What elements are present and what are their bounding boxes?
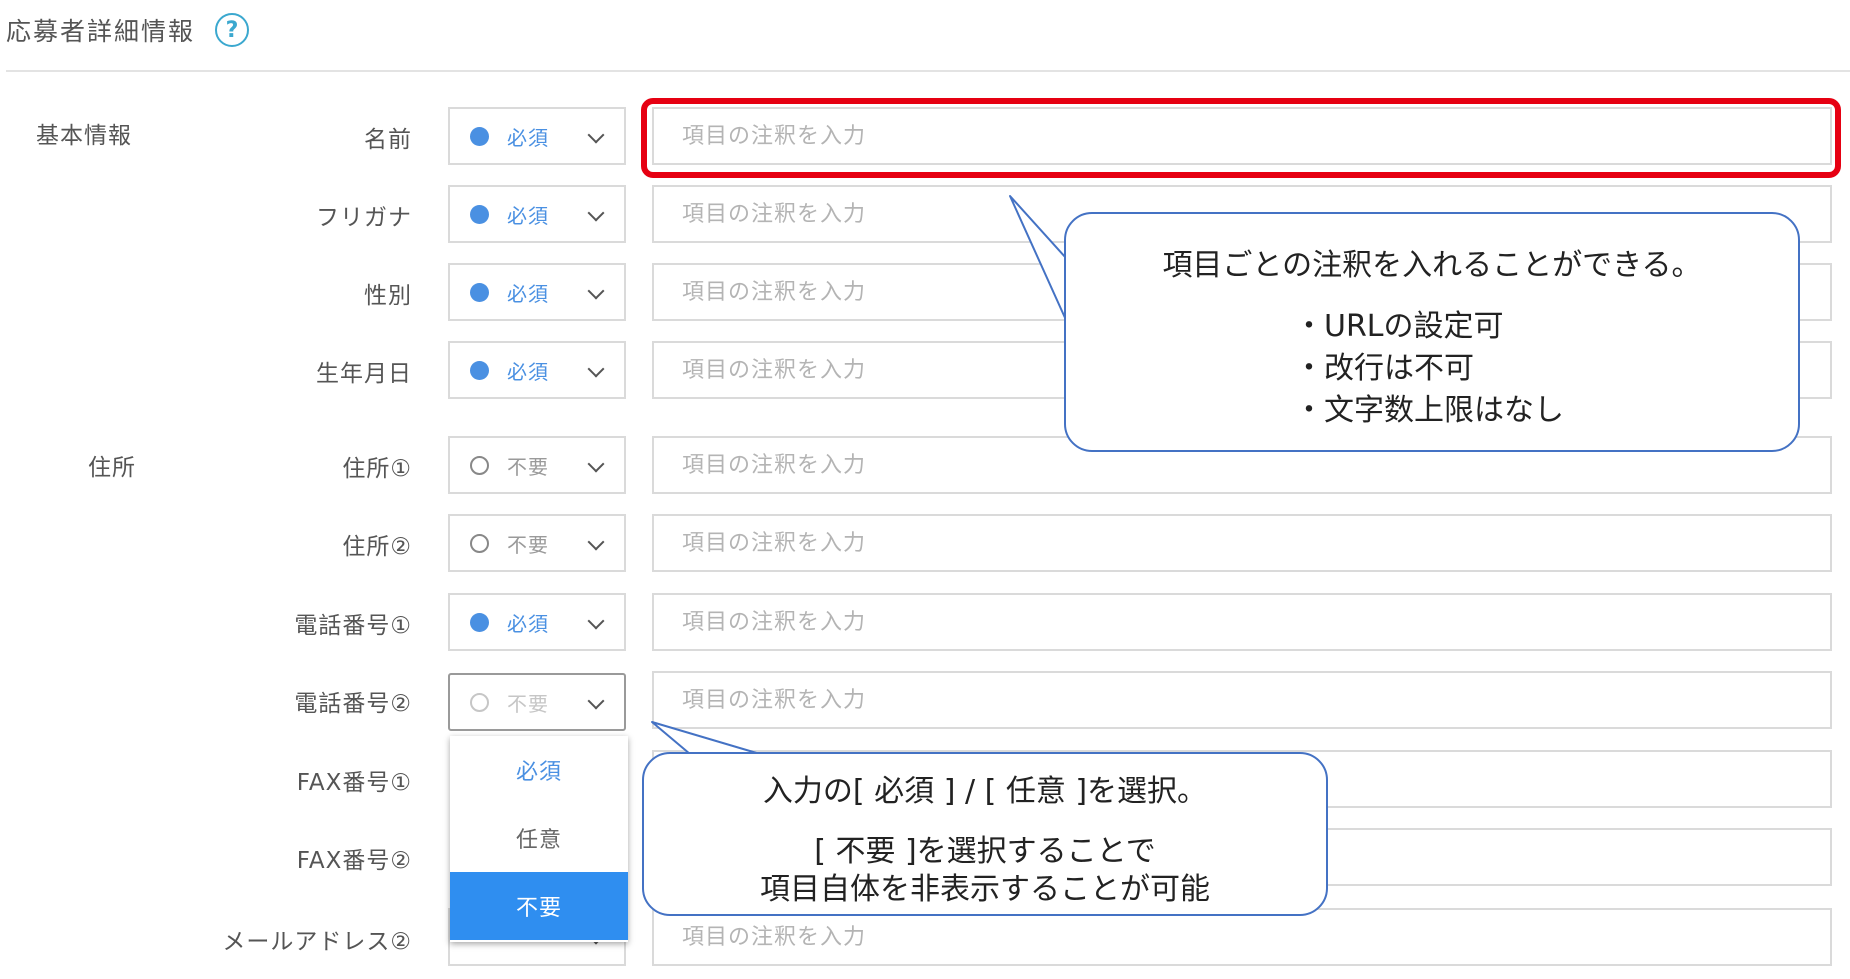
not-required-dot-icon	[470, 455, 489, 475]
page-header: 応募者詳細情報 ?	[6, 8, 250, 52]
requirement-value: 必須	[507, 281, 549, 306]
required-dot-icon	[470, 204, 489, 224]
chevron-down-icon	[587, 126, 605, 144]
field-label-fax1: FAX番号①	[296, 770, 412, 796]
requirement-value: 必須	[507, 203, 549, 228]
field-label-address1: 住所①	[342, 456, 412, 482]
annotation-input-phone2[interactable]	[652, 671, 1832, 729]
requirement-select-name[interactable]: 必須	[448, 107, 626, 165]
field-label-address2: 住所②	[342, 534, 412, 560]
requirement-value: 必須	[507, 359, 549, 384]
required-dot-icon	[470, 360, 489, 380]
callout-requirement-line3: 項目自体を非表示することが可能	[760, 872, 1210, 907]
field-label-birthdate: 生年月日	[316, 361, 412, 387]
requirement-select-phone2[interactable]: 不要	[448, 673, 626, 731]
callout-annotation-item: ・文字数上限はなし	[1294, 393, 1564, 428]
field-label-name: 名前	[364, 127, 412, 153]
annotation-input-address2[interactable]	[652, 514, 1832, 572]
requirement-dropdown: 必須 任意 不要	[450, 736, 628, 942]
requirement-value: 必須	[507, 611, 549, 636]
requirement-value: 不要	[507, 454, 549, 479]
dropdown-option-required[interactable]: 必須	[450, 736, 628, 804]
highlight-frame	[641, 98, 1841, 178]
required-dot-icon	[470, 612, 489, 632]
callout-requirement: 入力の[ 必須 ] / [ 任意 ]を選択。 [ 不要 ]を選択することで 項目…	[642, 752, 1328, 916]
requirement-select-furigana[interactable]: 必須	[448, 185, 626, 243]
requirement-select-phone1[interactable]: 必須	[448, 593, 626, 651]
chevron-down-icon	[587, 204, 605, 222]
page-title: 応募者詳細情報	[6, 17, 196, 46]
requirement-value: 不要	[507, 691, 549, 716]
requirement-select-gender[interactable]: 必須	[448, 263, 626, 321]
help-icon[interactable]: ?	[215, 13, 250, 47]
requirement-select-address1[interactable]: 不要	[448, 436, 626, 494]
callout-requirement-line1: 入力の[ 必須 ] / [ 任意 ]を選択。	[762, 774, 1208, 809]
requirement-select-address2[interactable]: 不要	[448, 514, 626, 572]
annotation-input-email2[interactable]	[652, 908, 1832, 966]
chevron-down-icon	[587, 612, 605, 630]
field-label-fax2: FAX番号②	[296, 848, 412, 874]
callout-annotation-item: ・URLの設定可	[1294, 309, 1504, 344]
requirement-select-birthdate[interactable]: 必須	[448, 341, 626, 399]
field-label-phone1: 電話番号①	[294, 613, 412, 639]
annotation-input-phone1[interactable]	[652, 593, 1832, 651]
field-label-furigana: フリガナ	[316, 205, 412, 231]
chevron-down-icon	[587, 455, 605, 473]
dropdown-option-hidden[interactable]: 不要	[450, 872, 628, 940]
chevron-down-icon	[587, 533, 605, 551]
not-required-dot-icon	[470, 533, 489, 553]
requirement-value: 不要	[507, 532, 549, 557]
dropdown-option-optional[interactable]: 任意	[450, 804, 628, 872]
field-label-phone2: 電話番号②	[294, 691, 412, 717]
group-label-address: 住所	[88, 455, 136, 481]
chevron-down-icon	[587, 692, 605, 710]
required-dot-icon	[470, 126, 489, 146]
callout-annotation-heading: 項目ごとの注釈を入れることができる。	[1162, 248, 1702, 283]
callout-annotation-item: ・改行は不可	[1294, 351, 1474, 386]
field-label-gender: 性別	[364, 283, 412, 309]
header-divider	[6, 70, 1850, 72]
chevron-down-icon	[587, 360, 605, 378]
group-label-basic: 基本情報	[36, 123, 132, 149]
not-required-dot-icon	[470, 692, 489, 712]
field-label-email2: メールアドレス②	[222, 929, 412, 955]
chevron-down-icon	[587, 282, 605, 300]
requirement-value: 必須	[507, 125, 549, 150]
callout-annotation: 項目ごとの注釈を入れることができる。 ・URLの設定可 ・改行は不可 ・文字数上…	[1064, 212, 1800, 452]
required-dot-icon	[470, 282, 489, 302]
callout-annotation-list: ・URLの設定可 ・改行は不可 ・文字数上限はなし	[1294, 306, 1564, 432]
